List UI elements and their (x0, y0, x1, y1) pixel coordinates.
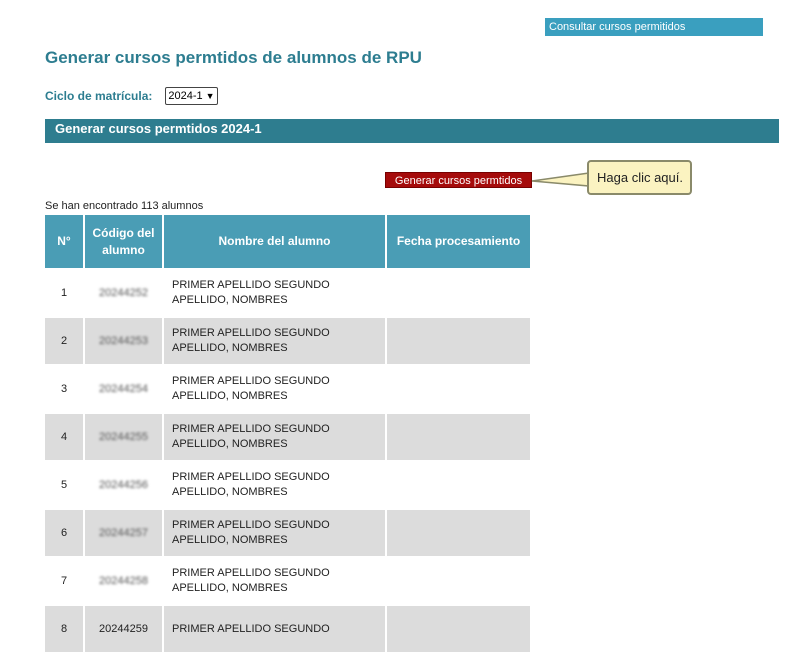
student-code: 20244255 (85, 414, 162, 460)
student-name-text: PRIMER APELLIDO SEGUNDO APELLIDO, NOMBRE… (172, 471, 330, 498)
cycle-label: Ciclo de matrícula: (45, 89, 153, 103)
row-number: 5 (45, 462, 83, 508)
column-header-num: N° (45, 215, 83, 268)
column-header-name: Nombre del alumno (164, 215, 385, 268)
student-name: PRIMER APELLIDO SEGUNDO APELLIDO, NOMBRE… (164, 270, 385, 316)
row-number-text: 8 (60, 623, 68, 635)
consultar-cursos-link[interactable]: Consultar cursos permitidos (545, 18, 763, 36)
cycle-filter: Ciclo de matrícula: 2024-1 ▼ (45, 87, 218, 105)
process-date (387, 414, 530, 460)
student-code: 20244257 (85, 510, 162, 556)
row-number: 8 (45, 606, 83, 652)
student-code-text: 20244252 (99, 287, 148, 299)
student-name-text: PRIMER APELLIDO SEGUNDO APELLIDO, NOMBRE… (172, 327, 330, 354)
tooltip-tail (531, 172, 590, 187)
table-row: 4 20244255 PRIMER APELLIDO SEGUNDO APELLID… (45, 414, 530, 460)
student-code: 20244252 (85, 270, 162, 316)
row-number-text: 1 (60, 287, 68, 299)
table-row: 3 20244254 PRIMER APELLIDO SEGUNDO APELLID… (45, 366, 530, 412)
student-name-text: PRIMER APELLIDO SEGUNDO APELLIDO, NOMBRE… (172, 279, 330, 306)
row-number-text: 6 (60, 527, 68, 539)
page-title: Generar cursos permtidos de alumnos de R… (45, 48, 422, 67)
student-name: PRIMER APELLIDO SEGUNDO APELLIDO, NOMBRE… (164, 558, 385, 604)
process-date (387, 270, 530, 316)
student-name-text: PRIMER APELLIDO SEGUNDO APELLIDO, NOMBRE… (172, 423, 330, 450)
student-name-text: PRIMER APELLIDO SEGUNDO APELLIDO, NOMBRE… (172, 567, 330, 594)
process-date (387, 510, 530, 556)
section-header: Generar cursos permtidos 2024-1 (45, 119, 779, 143)
student-code-text: 20244254 (99, 383, 148, 395)
row-number-text: 4 (60, 431, 68, 443)
row-number-text: 5 (60, 479, 68, 491)
row-number: 4 (45, 414, 83, 460)
cycle-select-value: 2024-1 (168, 90, 203, 102)
row-number-text: 2 (60, 335, 68, 347)
table-header-row: N° Código del alumno Nombre del alumno F… (45, 215, 530, 268)
student-name: PRIMER APELLIDO SEGUNDO APELLIDO, NOMBRE… (164, 510, 385, 556)
student-name-text: PRIMER APELLIDO SEGUNDO APELLIDO, NOMBRE… (172, 375, 330, 402)
student-code: 20244258 (85, 558, 162, 604)
process-date (387, 318, 530, 364)
student-name-text: PRIMER APELLIDO SEGUNDO APELLIDO, NOMBRE… (172, 519, 330, 546)
student-code-text: 20244258 (99, 575, 148, 587)
student-code: 20244253 (85, 318, 162, 364)
student-code-text: 20244256 (99, 479, 148, 491)
table-body: 1 20244252 PRIMER APELLIDO SEGUNDO APELLID… (45, 270, 530, 652)
table-row: 8 20244259 PRIMER APELLIDO SEGUNDO (45, 606, 530, 652)
generate-button[interactable]: Generar cursos permtidos (385, 172, 532, 188)
results-count: Se han encontrado 113 alumnos (45, 200, 204, 212)
row-number-text: 7 (60, 575, 68, 587)
cycle-select[interactable]: 2024-1 ▼ (165, 87, 218, 105)
student-code-text: 20244253 (99, 335, 148, 347)
student-name: PRIMER APELLIDO SEGUNDO APELLIDO, NOMBRE… (164, 366, 385, 412)
row-number: 7 (45, 558, 83, 604)
students-table: N° Código del alumno Nombre del alumno F… (43, 213, 532, 654)
student-code-text: 20244257 (99, 527, 148, 539)
table-row: 2 20244253 PRIMER APELLIDO SEGUNDO APELLID… (45, 318, 530, 364)
row-number: 6 (45, 510, 83, 556)
row-number: 2 (45, 318, 83, 364)
column-header-date: Fecha procesamiento (387, 215, 530, 268)
process-date (387, 606, 530, 652)
student-name: PRIMER APELLIDO SEGUNDO (164, 606, 385, 652)
student-name: PRIMER APELLIDO SEGUNDO APELLIDO, NOMBRE… (164, 318, 385, 364)
row-number: 1 (45, 270, 83, 316)
student-name: PRIMER APELLIDO SEGUNDO APELLIDO, NOMBRE… (164, 414, 385, 460)
process-date (387, 558, 530, 604)
table-row: 7 20244258 PRIMER APELLIDO SEGUNDO APELLID… (45, 558, 530, 604)
student-code: 20244256 (85, 462, 162, 508)
table-row: 6 20244257 PRIMER APELLIDO SEGUNDO APELLID… (45, 510, 530, 556)
student-name: PRIMER APELLIDO SEGUNDO APELLIDO, NOMBRE… (164, 462, 385, 508)
student-code-text: 20244259 (99, 623, 148, 635)
row-number: 3 (45, 366, 83, 412)
process-date (387, 462, 530, 508)
student-code-text: 20244255 (99, 431, 148, 443)
student-code: 20244254 (85, 366, 162, 412)
student-name-text: PRIMER APELLIDO SEGUNDO (172, 622, 330, 635)
process-date (387, 366, 530, 412)
table-row: 1 20244252 PRIMER APELLIDO SEGUNDO APELLID… (45, 270, 530, 316)
table-row: 5 20244256 PRIMER APELLIDO SEGUNDO APELLID… (45, 462, 530, 508)
row-number-text: 3 (60, 383, 68, 395)
student-code: 20244259 (85, 606, 162, 652)
tooltip: Haga clic aquí. (587, 160, 692, 195)
column-header-code: Código del alumno (85, 215, 162, 268)
chevron-down-icon: ▼ (205, 91, 215, 101)
